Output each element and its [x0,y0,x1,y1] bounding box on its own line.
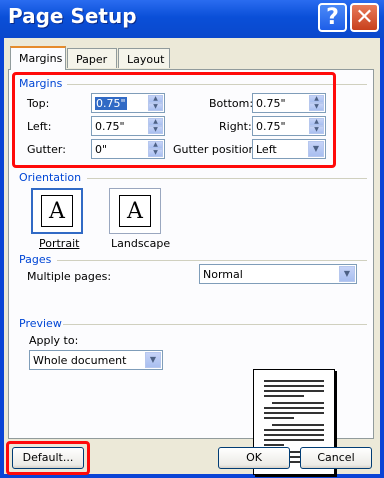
title-bar[interactable]: Page Setup ? ✕ [0,0,384,38]
divider [57,260,367,261]
landscape-page-icon: A [119,195,151,227]
page-setup-dialog: Page Setup ? ✕ Margins Paper Layout Marg… [0,0,384,478]
help-button[interactable]: ? [318,3,347,32]
multiple-pages-select[interactable]: Normal ▼ [199,264,357,284]
portrait-button[interactable]: A [31,188,83,234]
apply-to-label: Apply to: [29,334,79,347]
cancel-button[interactable]: Cancel [300,447,372,469]
margins-highlight-box [12,72,336,168]
cancel-button-label: Cancel [317,451,355,464]
apply-to-value: Whole document [33,354,127,367]
divider [87,178,367,179]
close-icon: ✕ [355,5,374,30]
landscape-button[interactable]: A [109,188,161,234]
multiple-pages-value: Normal [203,268,243,281]
tab-paper[interactable]: Paper [67,48,117,68]
ok-button-label: OK [246,451,262,464]
apply-to-select[interactable]: Whole document ▼ [29,350,163,370]
portrait-page-icon: A [41,195,73,227]
portrait-label[interactable]: Portrait [39,237,79,250]
preview-group-label: Preview [19,317,62,330]
multiple-pages-label: Multiple pages: [27,270,112,283]
chevron-down-icon[interactable]: ▼ [145,352,161,368]
divider [63,324,367,325]
landscape-label[interactable]: Landscape [111,237,170,250]
help-icon: ? [326,5,339,30]
tab-layout[interactable]: Layout [118,48,170,68]
tab-margins[interactable]: Margins [10,46,66,70]
chevron-down-icon[interactable]: ▼ [339,266,355,282]
dialog-title: Page Setup [8,4,137,28]
close-button[interactable]: ✕ [350,3,379,32]
pages-group-label: Pages [19,253,52,266]
ok-button[interactable]: OK [218,447,290,469]
dialog-client-area: Margins Paper Layout Margins Top: 0.75" … [4,38,380,475]
orientation-group-label: Orientation [19,171,82,184]
default-button-highlight-box [6,441,90,475]
